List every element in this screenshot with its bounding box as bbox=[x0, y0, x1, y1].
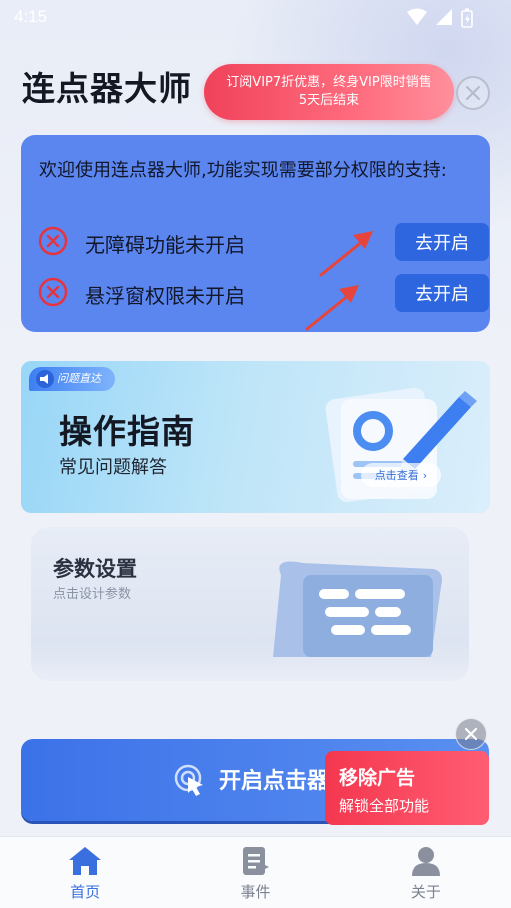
nav-label: 事件 bbox=[240, 883, 271, 901]
nav-item-home[interactable]: 首页 bbox=[0, 837, 170, 908]
permission-label: 悬浮窗权限未开启 bbox=[85, 284, 245, 308]
bottom-navigation: 首页 事件 关于 bbox=[0, 836, 511, 908]
settings-document-illustration bbox=[273, 561, 442, 657]
status-time: 4:15 bbox=[14, 7, 48, 26]
error-x-icon bbox=[38, 277, 68, 307]
remove-ads-title: 移除广告 bbox=[339, 767, 416, 789]
signal-icon bbox=[436, 9, 452, 25]
guide-link-label: 点击查看 bbox=[374, 469, 419, 482]
close-icon bbox=[464, 727, 478, 741]
nav-item-about[interactable]: 关于 bbox=[341, 837, 511, 908]
vip-promo-banner[interactable]: 订阅VIP7折优惠，终身VIP限时销售 5天后结束 bbox=[204, 64, 454, 120]
error-x-icon bbox=[38, 226, 68, 256]
app-title: 连点器大师 bbox=[22, 69, 192, 108]
promo-close-button[interactable] bbox=[456, 76, 490, 110]
nav-label: 关于 bbox=[410, 883, 441, 901]
guide-tag: 问题直达 bbox=[29, 367, 115, 391]
wifi-icon bbox=[407, 8, 427, 25]
nav-item-events[interactable]: 事件 bbox=[170, 837, 340, 908]
battery-icon bbox=[461, 8, 473, 28]
document-icon bbox=[243, 847, 270, 875]
tap-cursor-icon bbox=[174, 764, 203, 796]
permission-intro: 欢迎使用连点器大师,功能实现需要部分权限的支持: bbox=[39, 160, 447, 181]
status-bar: 4:15 bbox=[0, 0, 511, 34]
pointer-arrow-icon bbox=[305, 285, 359, 331]
enable-accessibility-button[interactable]: 去开启 bbox=[395, 223, 489, 261]
nav-label: 首页 bbox=[70, 883, 101, 901]
permission-card: 欢迎使用连点器大师,功能实现需要部分权限的支持: 无障碍功能未开启 去开启 悬浮… bbox=[21, 135, 490, 332]
guide-title: 操作指南 bbox=[59, 412, 195, 451]
param-title: 参数设置 bbox=[53, 557, 137, 581]
close-icon bbox=[466, 86, 480, 100]
permission-label: 无障碍功能未开启 bbox=[85, 233, 245, 257]
ad-close-button[interactable] bbox=[455, 718, 487, 750]
guide-subtitle: 常见问题解答 bbox=[59, 457, 167, 478]
status-icons bbox=[407, 8, 473, 28]
user-icon bbox=[411, 847, 440, 876]
start-clicker-label: 开启点击器 bbox=[219, 769, 329, 794]
guide-check-link[interactable]: 点击查看 › bbox=[361, 463, 441, 487]
permission-row-accessibility: 无障碍功能未开启 去开启 bbox=[37, 223, 489, 263]
home-icon bbox=[69, 847, 102, 875]
megaphone-icon bbox=[36, 370, 54, 388]
param-subtitle: 点击设计参数 bbox=[53, 587, 132, 602]
remove-ads-banner[interactable]: 移除广告 解锁全部功能 bbox=[325, 751, 489, 825]
operation-guide-card[interactable]: 问题直达 操作指南 常见问题解答 点击查看 › bbox=[21, 361, 490, 513]
promo-line-1: 订阅VIP7折优惠，终身VIP限时销售 bbox=[226, 75, 432, 90]
permission-row-overlay: 悬浮窗权限未开启 去开启 bbox=[37, 274, 489, 314]
promo-line-2: 5天后结束 bbox=[298, 93, 360, 108]
enable-overlay-button[interactable]: 去开启 bbox=[395, 274, 489, 312]
remove-ads-subtitle: 解锁全部功能 bbox=[339, 797, 430, 815]
pointer-arrow-icon bbox=[319, 231, 373, 277]
parameter-settings-card[interactable]: 参数设置 点击设计参数 bbox=[31, 527, 469, 681]
guide-tag-label: 问题直达 bbox=[57, 372, 101, 385]
chevron-right-icon: › bbox=[422, 468, 428, 482]
